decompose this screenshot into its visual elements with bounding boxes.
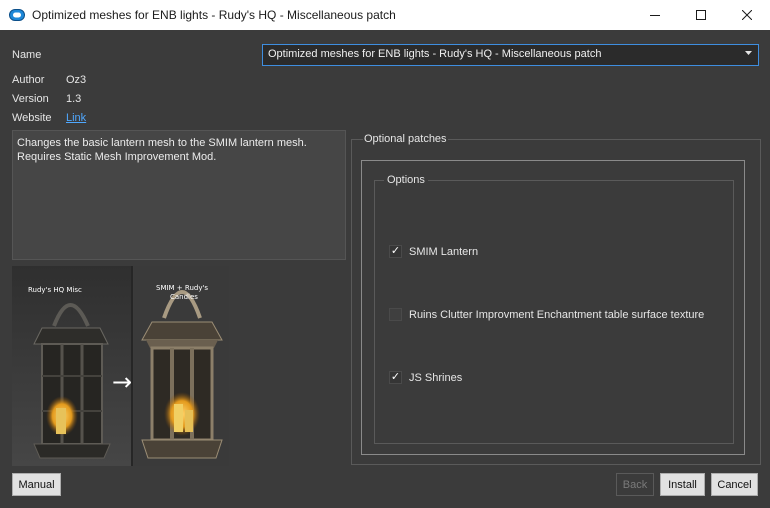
- options-title: Options: [384, 174, 428, 186]
- preview-right-caption-1: SMIM + Rudy's: [156, 284, 208, 292]
- option-smim-lantern[interactable]: ✓ SMIM Lantern: [389, 245, 478, 258]
- option-smim-lantern-checkbox[interactable]: ✓: [389, 245, 402, 258]
- close-icon: [742, 10, 752, 20]
- old-lantern: [33, 303, 111, 459]
- minimize-icon: [650, 15, 660, 16]
- maximize-icon: [696, 10, 706, 20]
- name-dropdown[interactable]: Optimized meshes for ENB lights - Rudy's…: [262, 44, 759, 66]
- back-button[interactable]: Back: [616, 473, 654, 496]
- option-js-shrines[interactable]: ✓ JS Shrines: [389, 371, 462, 384]
- name-dropdown-value: Optimized meshes for ENB lights - Rudy's…: [268, 48, 602, 60]
- description-line-1: Changes the basic lantern mesh to the SM…: [17, 137, 307, 149]
- cancel-button[interactable]: Cancel: [711, 473, 758, 496]
- minimize-button[interactable]: [632, 0, 678, 30]
- author-value: Oz3: [66, 74, 87, 86]
- title-bar: Optimized meshes for ENB lights - Rudy's…: [0, 0, 770, 30]
- name-label: Name: [12, 49, 42, 61]
- app-icon: [9, 9, 25, 21]
- option-ruins-clutter-label: Ruins Clutter Improvment Enchantment tab…: [409, 308, 705, 321]
- chevron-down-icon: [745, 51, 752, 55]
- lantern-comparison-image: Rudy's HQ Misc → SMIM + Rudy's Candles: [12, 266, 346, 466]
- version-label: Version: [12, 93, 49, 105]
- arrow-right-icon: →: [112, 368, 132, 396]
- preview-image: Rudy's HQ Misc → SMIM + Rudy's Candles: [12, 266, 346, 466]
- author-label: Author: [12, 74, 45, 86]
- option-smim-lantern-label: SMIM Lantern: [409, 245, 479, 258]
- description-box: Changes the basic lantern mesh to the SM…: [12, 130, 346, 260]
- optional-patches-title: Optional patches: [363, 133, 448, 145]
- option-ruins-clutter[interactable]: Ruins Clutter Improvment Enchantment tab…: [389, 308, 704, 321]
- maximize-button[interactable]: [678, 0, 724, 30]
- website-link[interactable]: Link: [66, 112, 86, 124]
- website-label: Website: [12, 112, 52, 124]
- preview-right-caption-2: Candles: [170, 293, 198, 301]
- close-button[interactable]: [724, 0, 770, 30]
- option-js-shrines-checkbox[interactable]: ✓: [389, 371, 402, 384]
- install-button[interactable]: Install: [660, 473, 705, 496]
- preview-left-caption: Rudy's HQ Misc: [28, 286, 82, 294]
- option-js-shrines-label: JS Shrines: [409, 371, 463, 384]
- description-line-2: Requires Static Mesh Improvement Mod.: [17, 151, 217, 163]
- version-value: 1.3: [66, 93, 82, 105]
- manual-button[interactable]: Manual: [12, 473, 61, 496]
- option-ruins-clutter-checkbox[interactable]: [389, 308, 402, 321]
- window-title: Optimized meshes for ENB lights - Rudy's…: [32, 8, 396, 22]
